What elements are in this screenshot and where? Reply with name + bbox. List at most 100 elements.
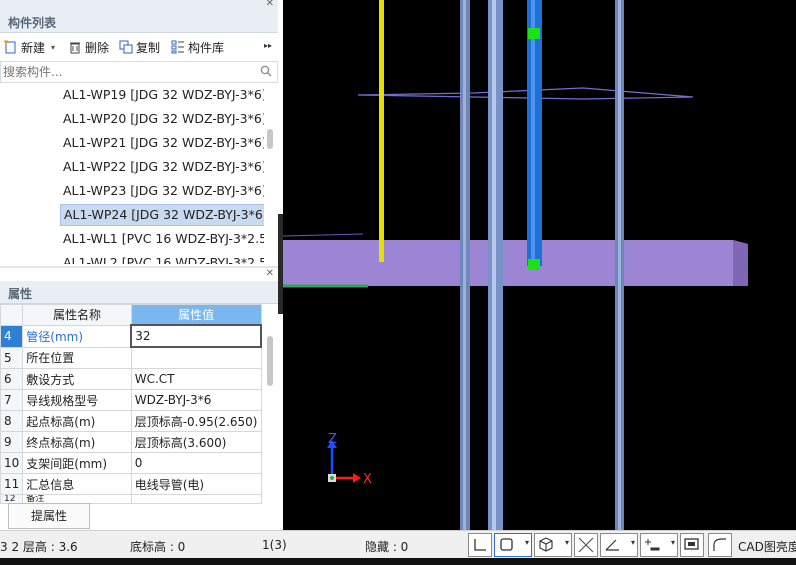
property-value[interactable]: 层顶标高(3.600) [130,431,262,453]
property-value[interactable]: 层顶标高-0.95(2.650) [130,410,262,432]
pipe-highlight [618,0,621,530]
curve-tool-button[interactable] [708,533,732,557]
new-button[interactable]: 新建 ▾ [4,38,55,56]
table-row[interactable]: 9 终点标高(m) 层顶标高(3.600) [0,431,262,453]
list-item[interactable]: AL1-WP19 [JDG 32 WDZ-BYJ-3*6] [60,85,264,105]
library-icon [171,40,184,54]
viewport-canvas[interactable]: Z X [283,0,796,530]
close-icon[interactable]: ✕ [266,0,274,9]
angle-icon [605,539,619,551]
trash-icon [70,42,80,54]
row-number-header [0,304,24,326]
copy-button-label: 复制 [136,40,161,55]
select-box-icon [500,538,513,551]
property-name: 起点标高(m) [22,410,132,432]
properties-title: 属性 [8,287,33,301]
close-icon[interactable]: ✕ [266,268,274,279]
component-list-title: 构件列表 [8,16,57,30]
component-library-button[interactable]: 构件库 [171,38,224,56]
angle-tool-button[interactable] [600,533,638,557]
dimension-tool-button[interactable] [640,533,678,557]
component-list-header: 构件列表 [0,10,278,33]
z-axis-label: Z [328,432,337,447]
table-row[interactable]: 4 管径(mm) 32 [0,324,262,348]
row-number: 9 [0,431,24,453]
property-value[interactable]: WDZ-BYJ-3*6 [130,389,262,411]
x-axis-arrow [353,473,361,483]
select-box-tool-button[interactable] [494,533,532,557]
properties-grid: 属性名称 属性值 4 管径(mm) 32 5 所在位置 6 敷设方式 WC.CT… [0,304,262,504]
monitor-icon [684,538,699,550]
x-axis-label: X [363,472,372,487]
3d-view-tool-button[interactable] [534,533,572,557]
table-row[interactable]: 7 导线规格型号 WDZ-BYJ-3*6 [0,389,262,411]
status-bar: 3 2 层高 : 3.6 底标高 : 0 1(3) 隐藏 : 0 CAD图亮度 [0,530,796,559]
list-item[interactable]: AL1-WL2 [PVC 16 WDZ-BYJ-3*2.5] [60,253,264,264]
base-elevation-status: 底标高 : 0 [130,540,186,554]
cross-tool-button[interactable] [574,533,598,557]
pipe-start-grip[interactable] [528,259,540,270]
extract-properties-button[interactable]: 提属性 [8,503,90,529]
table-row[interactable]: 5 所在位置 [0,346,262,369]
component-library-label: 构件库 [188,40,225,55]
table-row[interactable]: 10 支架间距(mm) 0 [0,452,262,474]
copy-icon [119,40,133,54]
search-input[interactable] [1,62,245,82]
pipe-highlight [492,0,496,530]
properties-scrollbar[interactable] [267,336,273,386]
property-name: 所在位置 [22,346,132,369]
pipe-end-grip[interactable] [528,28,540,39]
3d-viewport[interactable]: Z X [283,0,796,530]
row-number: 5 [0,346,24,369]
curve-icon [713,538,726,551]
new-button-label: 新建 [21,40,46,55]
ortho-tool-button[interactable] [468,533,492,557]
yellow-pipe[interactable] [379,0,384,262]
selection-count-status: 1(3) [262,538,287,552]
list-item[interactable]: AL1-WP23 [JDG 32 WDZ-BYJ-3*6] [60,181,264,201]
property-value[interactable]: 0 [130,452,262,474]
properties-header: 属性 [0,281,278,304]
table-row[interactable]: 8 起点标高(m) 层顶标高-0.95(2.650) [0,410,262,432]
component-toolbar: 新建 ▾ 删除 复制 构件库 ▸▸ [0,34,278,60]
table-row[interactable]: 6 敷设方式 WC.CT [0,368,262,390]
list-item[interactable]: AL1-WP21 [JDG 32 WDZ-BYJ-3*6] [60,133,264,153]
property-name: 汇总信息 [22,473,132,495]
pipe-highlight [531,0,535,266]
new-dropdown-icon[interactable]: ▾ [51,43,55,52]
more-tools-icon[interactable]: ▸▸ [264,41,272,50]
search-icon[interactable] [260,65,272,77]
list-item[interactable]: AL1-WP22 [JDG 32 WDZ-BYJ-3*6] [60,157,264,177]
hidden-count-status: 隐藏 : 0 [365,540,409,554]
copy-button[interactable]: 复制 [119,38,160,56]
property-value[interactable]: WC.CT [130,368,262,390]
component-search[interactable] [0,61,278,83]
list-item[interactable]: AL1-WL1 [PVC 16 WDZ-BYJ-3*2.5] [60,229,264,249]
plane-outline [357,87,694,100]
list-item-selected[interactable]: AL1-WP24 [JDG 32 WDZ-BYJ-3*6] [60,204,264,226]
cad-brightness-label[interactable]: CAD图亮度 [738,538,796,555]
property-value[interactable]: 电线导管(电) [130,473,262,495]
display-tool-button[interactable] [680,533,704,557]
property-value[interactable] [130,346,262,369]
row-number: 7 [0,389,24,411]
panel-divider [0,266,278,268]
delete-button[interactable]: 删除 [68,38,109,56]
table-row[interactable]: 11 汇总信息 电线导管(电) [0,473,262,495]
pipe-highlight [463,0,466,530]
floor-slab[interactable] [283,240,748,286]
property-value[interactable] [130,494,262,504]
slab-side [733,240,748,286]
property-name-header: 属性名称 [22,304,132,326]
list-item[interactable]: AL1-WP20 [JDG 32 WDZ-BYJ-3*6] [60,109,264,129]
row-number: 10 [0,452,24,474]
cross-icon [578,537,594,553]
new-file-icon [4,40,16,54]
row-number: 11 [0,473,24,495]
row-number: 4 [0,324,24,348]
properties-header-row: 属性名称 属性值 [0,304,262,326]
property-value-input[interactable]: 32 [130,324,262,348]
component-list-scrollbar[interactable] [267,129,273,149]
taskbar-strip [0,558,796,565]
ortho-icon [474,539,486,551]
